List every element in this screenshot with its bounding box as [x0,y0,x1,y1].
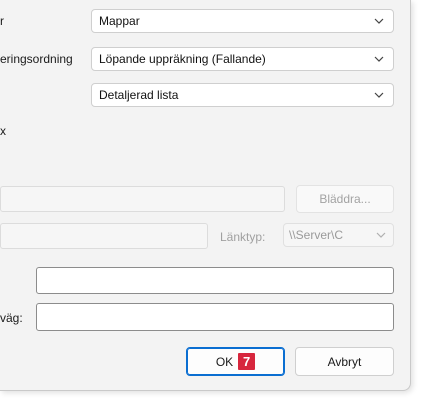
path-field-disabled [0,186,285,212]
disabled-field [0,223,208,249]
path-input[interactable] [36,303,394,331]
ok-label: OK [215,354,234,369]
chevron-down-icon [374,56,384,62]
ok-button[interactable]: OK 7 [186,347,285,376]
chevron-down-icon [374,18,384,24]
row1-value: Mappar [99,14,140,28]
step-badge: 7 [238,353,256,370]
chevron-down-icon [376,232,386,238]
dialog: r Mappar eringsordning Löpande uppräknin… [0,0,411,391]
row2-value: Löpande uppräkning (Fallande) [99,52,266,66]
cancel-label: Avbryt [327,354,362,369]
row3-value: Detaljerad lista [99,88,179,102]
linktype-label: Länktyp: [220,230,266,244]
row2-dropdown[interactable]: Löpande uppräkning (Fallande) [91,47,394,71]
row1-label: r [0,14,4,28]
linktype-value: \\Server\C [289,228,344,242]
row1-dropdown[interactable]: Mappar [91,9,394,33]
row3-dropdown[interactable]: Detaljerad lista [91,83,394,107]
browse-label: Bläddra... [319,192,371,206]
row2-label: eringsordning [0,52,73,66]
text-input-1[interactable] [36,267,394,294]
cancel-button[interactable]: Avbryt [295,347,394,376]
linktype-dropdown[interactable]: \\Server\C [283,223,394,247]
path-label: väg: [0,311,23,325]
browse-button[interactable]: Bläddra... [296,185,394,213]
row4-label: x [0,124,6,138]
chevron-down-icon [374,92,384,98]
